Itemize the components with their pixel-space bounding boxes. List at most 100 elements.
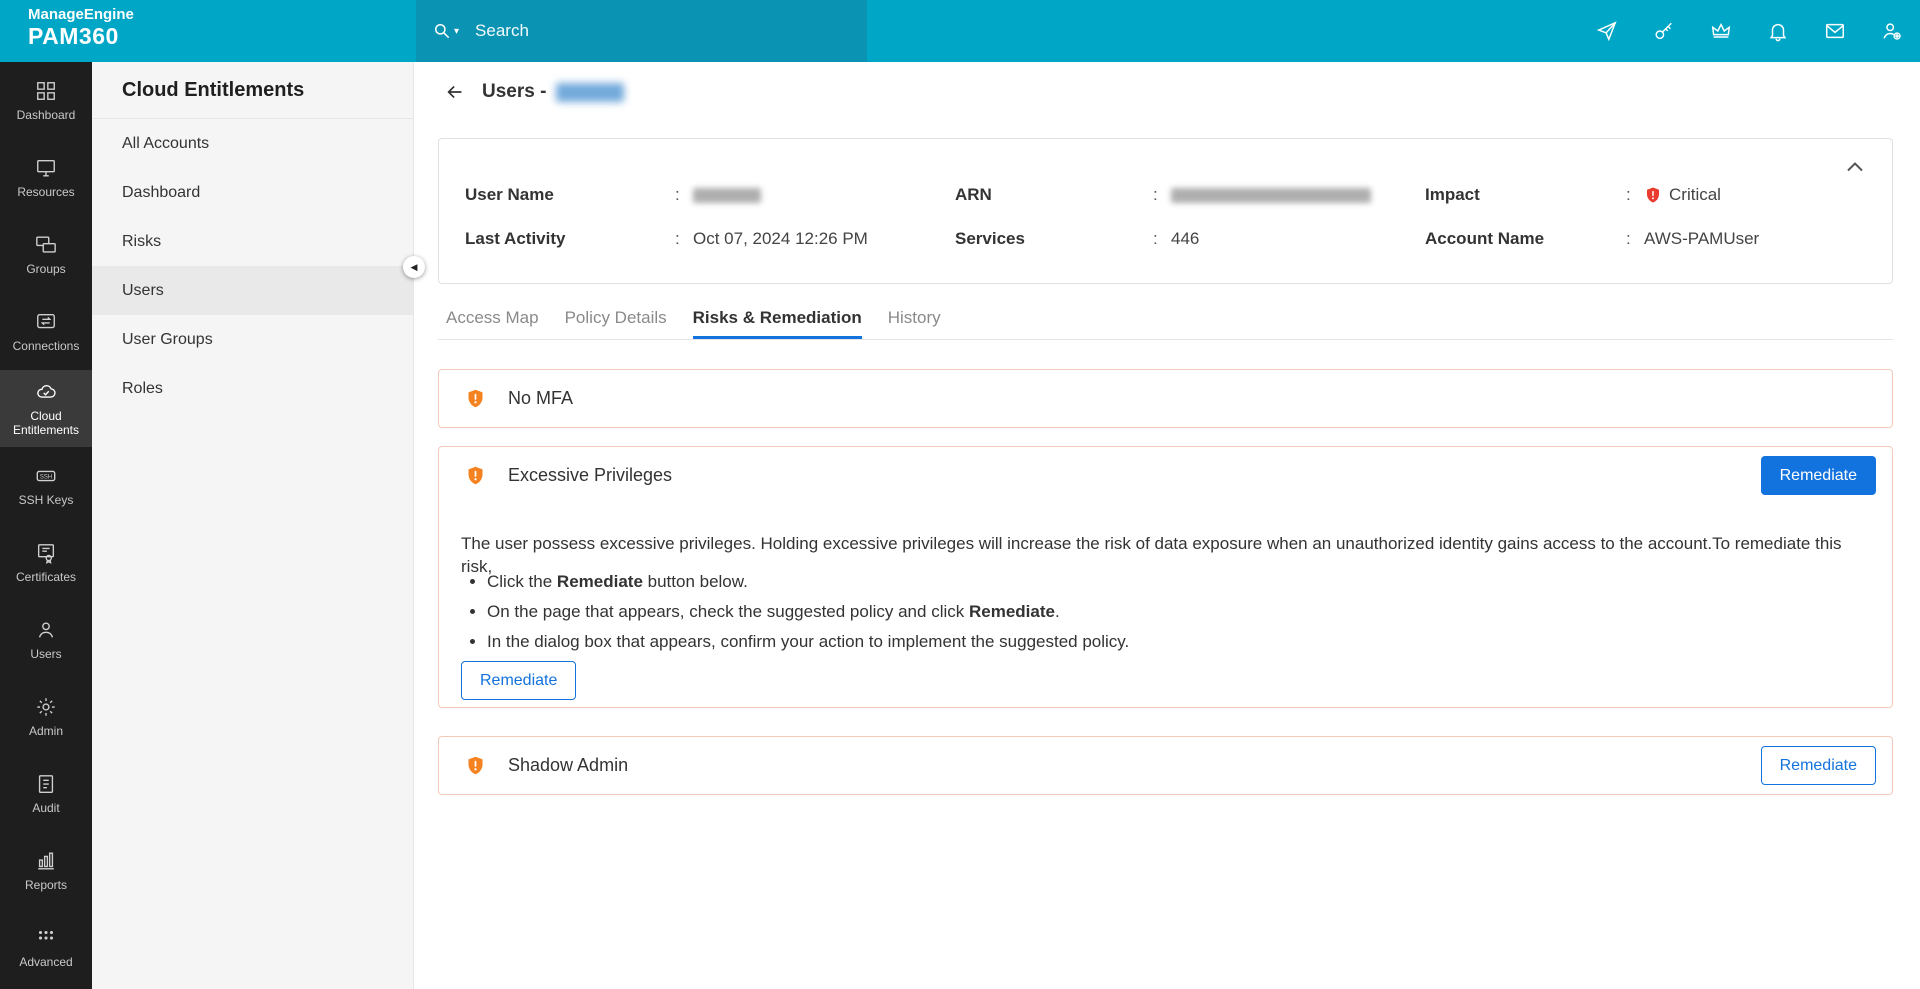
account-name-value: AWS-PAMUser — [1644, 229, 1759, 249]
sidebar-item-label: Advanced — [19, 956, 72, 970]
sidebar-item-admin[interactable]: Admin — [0, 678, 92, 755]
redacted-user-name-value — [693, 188, 761, 203]
users-icon — [35, 618, 57, 642]
sidebar-item-audit[interactable]: Audit — [0, 755, 92, 832]
last-activity-value: Oct 07, 2024 12:26 PM — [693, 229, 868, 249]
field-account-name: Account Name : AWS-PAMUser — [1425, 229, 1832, 249]
sidebar-item-label: Admin — [29, 725, 63, 739]
subnav-item-all-accounts[interactable]: All Accounts — [92, 119, 413, 168]
primary-sidebar: Dashboard Resources Groups Connec — [0, 62, 92, 989]
paper-plane-icon[interactable] — [1596, 20, 1618, 42]
back-button[interactable] — [444, 81, 466, 103]
sidebar-collapse-button[interactable]: ◀ — [403, 256, 425, 278]
details-row-1: User Name : ARN : Impact : — [465, 185, 1832, 205]
field-colon: : — [1626, 185, 1644, 205]
search-scope-selector[interactable]: ▾ — [432, 21, 459, 41]
remediation-step: In the dialog box that appears, confirm … — [487, 627, 1129, 657]
key-icon[interactable] — [1653, 20, 1675, 42]
sidebar-item-label: Certificates — [16, 571, 76, 585]
tab-history[interactable]: History — [888, 308, 941, 339]
sidebar-item-cloud-entitlements[interactable]: Cloud Entitlements — [0, 370, 92, 447]
subnav-item-dashboard[interactable]: Dashboard — [92, 168, 413, 217]
tab-risks-remediation[interactable]: Risks & Remediation — [693, 308, 862, 339]
sidebar-item-label: SSH Keys — [19, 494, 74, 508]
bell-icon[interactable] — [1767, 20, 1789, 42]
page-title: Users - — [482, 81, 546, 103]
field-label: ARN — [955, 185, 1153, 205]
risk-header[interactable]: Shadow Admin Remediate — [439, 737, 1892, 794]
global-search: ▾ — [416, 0, 867, 62]
module-title: Cloud Entitlements — [92, 62, 413, 119]
sidebar-item-label: Groups — [26, 263, 65, 277]
field-colon: : — [1626, 229, 1644, 249]
tab-access-map[interactable]: Access Map — [446, 308, 539, 339]
detail-tabs: Access Map Policy Details Risks & Remedi… — [446, 308, 941, 339]
sidebar-item-dashboard[interactable]: Dashboard — [0, 62, 92, 139]
field-arn: ARN : — [955, 185, 1425, 205]
brand-product: PAM360 — [28, 24, 134, 49]
field-last-activity: Last Activity : Oct 07, 2024 12:26 PM — [465, 229, 955, 249]
tabs-divider — [438, 339, 1893, 340]
subnav-item-user-groups[interactable]: User Groups — [92, 315, 413, 364]
sidebar-item-reports[interactable]: Reports — [0, 832, 92, 909]
topbar-actions — [1596, 0, 1920, 62]
sidebar-item-label: Reports — [25, 879, 67, 893]
tab-policy-details[interactable]: Policy Details — [565, 308, 667, 339]
risk-header[interactable]: Excessive Privileges Remediate — [439, 447, 1892, 504]
search-input[interactable] — [473, 20, 807, 42]
sidebar-item-advanced[interactable]: Advanced — [0, 909, 92, 986]
subnav-item-roles[interactable]: Roles — [92, 364, 413, 413]
chevron-down-icon: ▾ — [454, 26, 459, 37]
critical-shield-icon — [1644, 186, 1662, 204]
sidebar-item-label: Dashboard — [17, 109, 76, 123]
cloud-entitlements-icon — [35, 380, 57, 404]
warning-shield-icon — [465, 465, 486, 486]
sidebar-item-label: Users — [30, 648, 61, 662]
admin-icon — [35, 695, 57, 719]
remediate-button[interactable]: Remediate — [1761, 456, 1876, 495]
sidebar-item-users[interactable]: Users — [0, 601, 92, 678]
sidebar-item-resources[interactable]: Resources — [0, 139, 92, 216]
risk-card-no-mfa: No MFA — [438, 369, 1893, 428]
field-user-name: User Name : — [465, 185, 955, 205]
subnav-item-risks[interactable]: Risks — [92, 217, 413, 266]
pam360-app: ManageEngine PAM360 ▾ — [0, 0, 1920, 989]
field-colon: : — [675, 229, 693, 249]
sidebar-item-label: Audit — [32, 802, 59, 816]
details-row-2: Last Activity : Oct 07, 2024 12:26 PM Se… — [465, 229, 1832, 249]
sidebar-item-groups[interactable]: Groups — [0, 216, 92, 293]
subnav-item-users[interactable]: Users — [92, 266, 413, 315]
chevron-left-icon: ◀ — [411, 263, 418, 272]
remediate-inline-button[interactable]: Remediate — [461, 661, 576, 700]
risk-title: No MFA — [508, 388, 573, 409]
user-admin-icon[interactable] — [1881, 20, 1903, 42]
sidebar-item-certificates[interactable]: Certificates — [0, 524, 92, 601]
field-colon: : — [1153, 229, 1171, 249]
field-label: Services — [955, 229, 1153, 249]
remediate-button[interactable]: Remediate — [1761, 746, 1876, 785]
collapse-details-button[interactable] — [1842, 157, 1868, 176]
field-colon: : — [675, 185, 693, 205]
audit-icon — [35, 772, 57, 796]
risk-header[interactable]: No MFA — [439, 370, 1892, 427]
main-content: Users - User Name : ARN : — [414, 62, 1920, 989]
remediation-steps: Click the Remediate button below. On the… — [465, 567, 1129, 657]
services-value: 446 — [1171, 229, 1199, 249]
sidebar-item-ssh-keys[interactable]: SSH SSH Keys — [0, 447, 92, 524]
warning-shield-icon — [465, 755, 486, 776]
ssh-keys-icon: SSH — [35, 464, 57, 488]
risk-card-excessive-privileges: Excessive Privileges Remediate The user … — [438, 446, 1893, 708]
impact-value: Critical — [1669, 185, 1721, 205]
secondary-sidebar: Cloud Entitlements All Accounts Dashboar… — [92, 62, 414, 989]
redacted-arn-value — [1171, 188, 1371, 203]
brand-logo[interactable]: ManageEngine PAM360 — [28, 7, 134, 49]
search-icon — [432, 21, 452, 41]
brand-company: ManageEngine — [28, 7, 134, 24]
risk-card-shadow-admin: Shadow Admin Remediate — [438, 736, 1893, 795]
mail-icon[interactable] — [1824, 20, 1846, 42]
crown-icon[interactable] — [1710, 20, 1732, 42]
field-label: User Name — [465, 185, 675, 205]
page-header: Users - — [414, 62, 1920, 122]
sidebar-item-connections[interactable]: Connections — [0, 293, 92, 370]
connections-icon — [35, 310, 57, 334]
